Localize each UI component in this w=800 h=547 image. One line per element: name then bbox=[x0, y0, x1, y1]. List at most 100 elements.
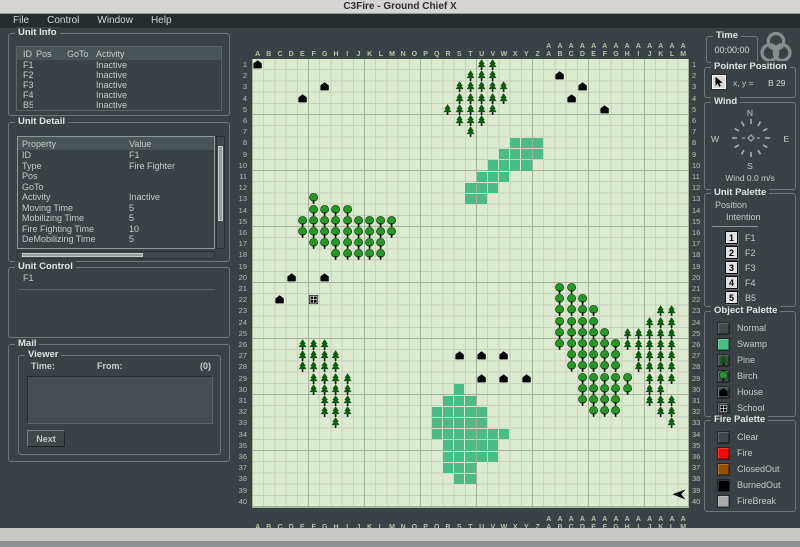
swamp-cell[interactable] bbox=[454, 463, 464, 473]
pine-icon[interactable] bbox=[666, 350, 677, 361]
birch-icon[interactable] bbox=[588, 305, 599, 316]
pine-icon[interactable] bbox=[487, 93, 498, 104]
swamp-cell[interactable] bbox=[432, 407, 442, 417]
pine-icon[interactable] bbox=[666, 361, 677, 372]
fire-palette-item-firebreak[interactable]: FireBreak bbox=[705, 493, 795, 509]
swamp-cell[interactable] bbox=[477, 194, 487, 204]
birch-icon[interactable] bbox=[610, 339, 621, 350]
birch-icon[interactable] bbox=[308, 216, 319, 227]
unit-palette-item-f2[interactable]: 2F2 bbox=[705, 245, 795, 260]
swamp-cell[interactable] bbox=[465, 194, 475, 204]
birch-icon[interactable] bbox=[364, 227, 375, 238]
object-palette-item-pine[interactable]: Pine bbox=[705, 352, 795, 368]
birch-icon[interactable] bbox=[342, 249, 353, 260]
school-icon[interactable] bbox=[308, 294, 319, 305]
fire-palette-item-burnedout[interactable]: BurnedOut bbox=[705, 477, 795, 493]
swamp-cell[interactable] bbox=[533, 149, 543, 159]
house-icon[interactable] bbox=[566, 93, 577, 104]
birch-icon[interactable] bbox=[353, 238, 364, 249]
birch-icon[interactable] bbox=[375, 227, 386, 238]
pine-icon[interactable] bbox=[308, 384, 319, 395]
swamp-cell[interactable] bbox=[465, 429, 475, 439]
swamp-cell[interactable] bbox=[465, 407, 475, 417]
swamp-cell[interactable] bbox=[454, 440, 464, 450]
house-icon[interactable] bbox=[577, 81, 588, 92]
swamp-cell[interactable] bbox=[488, 429, 498, 439]
birch-icon[interactable] bbox=[622, 384, 633, 395]
pine-icon[interactable] bbox=[342, 373, 353, 384]
swamp-cell[interactable] bbox=[521, 149, 531, 159]
vertical-scrollbar-thumb[interactable] bbox=[218, 146, 223, 221]
swamp-cell[interactable] bbox=[499, 172, 509, 182]
pine-icon[interactable] bbox=[644, 395, 655, 406]
house-icon[interactable] bbox=[498, 350, 509, 361]
birch-icon[interactable] bbox=[330, 238, 341, 249]
swamp-cell[interactable] bbox=[443, 463, 453, 473]
swamp-cell[interactable] bbox=[488, 172, 498, 182]
menu-control[interactable]: Control bbox=[38, 14, 88, 28]
birch-icon[interactable] bbox=[566, 294, 577, 305]
pine-icon[interactable] bbox=[655, 317, 666, 328]
pine-icon[interactable] bbox=[330, 384, 341, 395]
unit-detail-row[interactable]: GoTo bbox=[18, 182, 214, 193]
pine-icon[interactable] bbox=[308, 361, 319, 372]
unit-detail-row[interactable]: DeMobilizing Time5 bbox=[18, 234, 214, 245]
pine-icon[interactable] bbox=[476, 81, 487, 92]
pine-icon[interactable] bbox=[319, 350, 330, 361]
birch-icon[interactable] bbox=[319, 205, 330, 216]
pine-icon[interactable] bbox=[655, 395, 666, 406]
house-icon[interactable] bbox=[599, 104, 610, 115]
pine-icon[interactable] bbox=[319, 373, 330, 384]
birch-icon[interactable] bbox=[554, 283, 565, 294]
pine-icon[interactable] bbox=[454, 93, 465, 104]
unit-info-row[interactable]: B5Inactive bbox=[17, 100, 221, 110]
unit-info-row[interactable]: F4Inactive bbox=[17, 90, 221, 100]
object-palette-item-normal[interactable]: Normal bbox=[705, 320, 795, 336]
swamp-cell[interactable] bbox=[432, 429, 442, 439]
object-palette-item-swamp[interactable]: Swamp bbox=[705, 336, 795, 352]
swamp-cell[interactable] bbox=[521, 160, 531, 170]
birch-icon[interactable] bbox=[566, 305, 577, 316]
unit-palette-item-f3[interactable]: 3F3 bbox=[705, 260, 795, 275]
fire-palette-item-clear[interactable]: Clear bbox=[705, 429, 795, 445]
pine-icon[interactable] bbox=[319, 384, 330, 395]
birch-icon[interactable] bbox=[599, 328, 610, 339]
swamp-cell[interactable] bbox=[465, 418, 475, 428]
birch-icon[interactable] bbox=[588, 317, 599, 328]
swamp-cell[interactable] bbox=[488, 440, 498, 450]
birch-icon[interactable] bbox=[599, 350, 610, 361]
pine-icon[interactable] bbox=[498, 93, 509, 104]
birch-icon[interactable] bbox=[342, 238, 353, 249]
swamp-cell[interactable] bbox=[454, 474, 464, 484]
swamp-cell[interactable] bbox=[454, 429, 464, 439]
swamp-cell[interactable] bbox=[510, 138, 520, 148]
birch-icon[interactable] bbox=[610, 361, 621, 372]
birch-icon[interactable] bbox=[297, 227, 308, 238]
unit-palette-item-f4[interactable]: 4F4 bbox=[705, 275, 795, 290]
pine-icon[interactable] bbox=[330, 395, 341, 406]
birch-icon[interactable] bbox=[588, 339, 599, 350]
swamp-cell[interactable] bbox=[454, 418, 464, 428]
birch-icon[interactable] bbox=[599, 373, 610, 384]
unit-info-row[interactable]: F2Inactive bbox=[17, 70, 221, 80]
birch-icon[interactable] bbox=[375, 238, 386, 249]
object-palette-item-birch[interactable]: Birch bbox=[705, 368, 795, 384]
birch-icon[interactable] bbox=[554, 317, 565, 328]
mail-message-area[interactable] bbox=[27, 376, 213, 424]
pine-icon[interactable] bbox=[666, 373, 677, 384]
birch-icon[interactable] bbox=[386, 227, 397, 238]
swamp-cell[interactable] bbox=[499, 149, 509, 159]
swamp-cell[interactable] bbox=[454, 407, 464, 417]
unit-info-row[interactable]: F3Inactive bbox=[17, 80, 221, 90]
pine-icon[interactable] bbox=[476, 70, 487, 81]
birch-icon[interactable] bbox=[554, 328, 565, 339]
pine-icon[interactable] bbox=[644, 373, 655, 384]
pine-icon[interactable] bbox=[442, 104, 453, 115]
swamp-cell[interactable] bbox=[477, 407, 487, 417]
birch-icon[interactable] bbox=[566, 283, 577, 294]
birch-icon[interactable] bbox=[330, 249, 341, 260]
menu-window[interactable]: Window bbox=[88, 14, 142, 28]
swamp-cell[interactable] bbox=[465, 474, 475, 484]
pine-icon[interactable] bbox=[465, 93, 476, 104]
birch-icon[interactable] bbox=[599, 406, 610, 417]
